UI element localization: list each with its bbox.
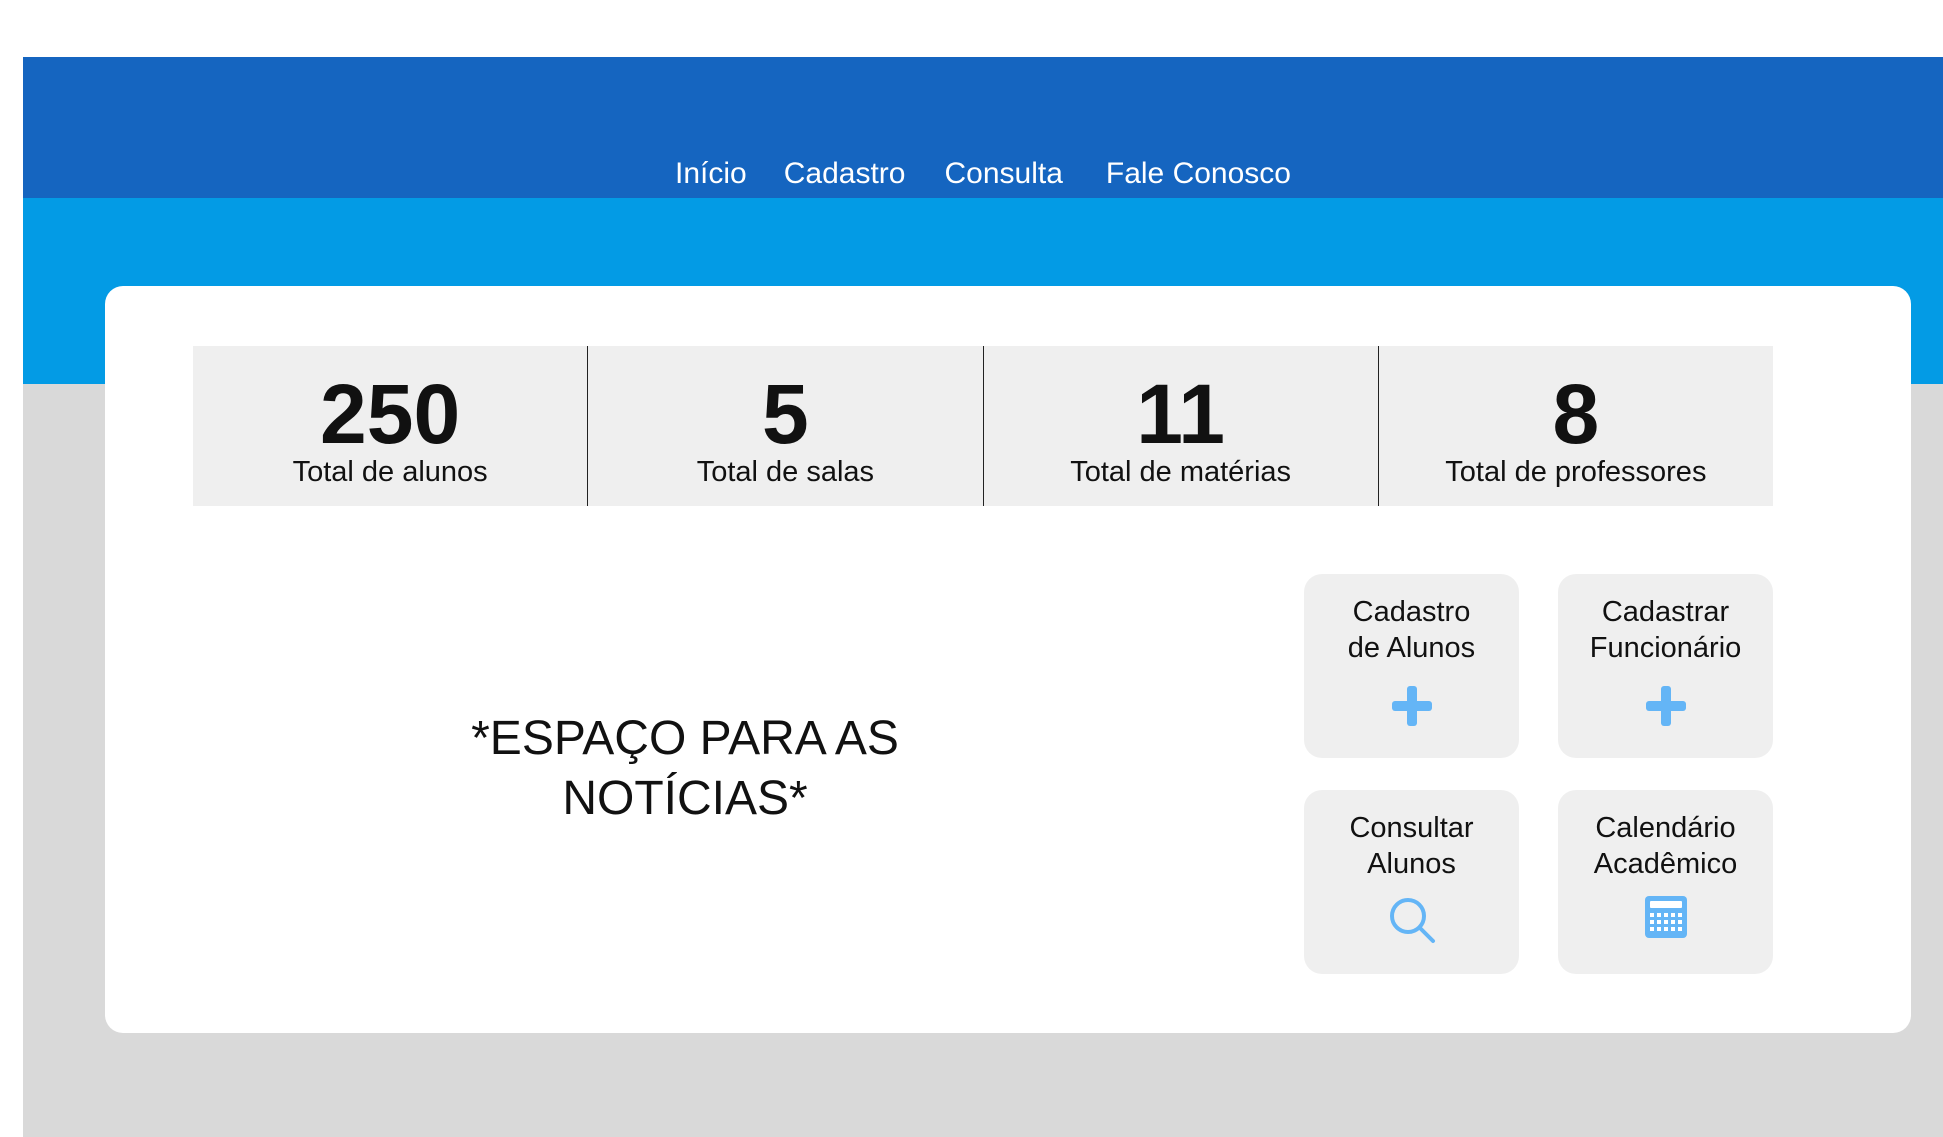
consultar-alunos-button[interactable]: Consultar Alunos (1304, 790, 1519, 974)
dashboard-card: 250 Total de alunos 5 Total de salas 11 … (105, 286, 1911, 1033)
action-label: Consultar Alunos (1304, 810, 1519, 882)
action-label: Cadastro de Alunos (1304, 594, 1519, 666)
news-line-1: *ESPAÇO PARA AS (471, 712, 899, 765)
cadastro-alunos-button[interactable]: Cadastro de Alunos (1304, 574, 1519, 758)
top-navbar: Início Cadastro Consulta Fale Conosco (23, 57, 1943, 198)
action-label-line-1: Consultar (1349, 812, 1474, 844)
action-label-line-2: Alunos (1367, 848, 1456, 880)
stat-value: 8 (1552, 367, 1600, 461)
stat-total-materias: 11 Total de matérias (984, 346, 1379, 506)
cadastrar-funcionario-button[interactable]: Cadastrar Funcionário (1558, 574, 1773, 758)
stat-label: Total de professores (1445, 456, 1707, 488)
search-icon (1389, 898, 1435, 943)
stat-value: 250 (320, 367, 461, 461)
action-label-line-2: Funcionário (1589, 632, 1742, 664)
stat-value: 5 (762, 367, 809, 461)
nav-item-fale-conosco[interactable]: Fale Conosco (1106, 154, 1291, 194)
nav-item-inicio[interactable]: Início (675, 154, 747, 194)
calendario-academico-button[interactable]: Calendário Acadêmico (1558, 790, 1773, 974)
action-label: Cadastrar Funcionário (1558, 594, 1773, 666)
action-label: Calendário Acadêmico (1558, 810, 1773, 882)
action-label-line-2: Acadêmico (1593, 848, 1738, 880)
app-frame: Início Cadastro Consulta Fale Conosco 25… (23, 57, 1943, 1137)
stat-label: Total de matérias (1070, 456, 1292, 488)
stat-total-professores: 8 Total de professores (1379, 346, 1773, 506)
action-label-line-1: Cadastrar (1601, 596, 1730, 628)
nav-item-cadastro[interactable]: Cadastro (784, 154, 906, 194)
stat-value: 11 (1136, 367, 1226, 461)
stat-total-salas: 5 Total de salas (588, 346, 984, 506)
stat-label: Total de alunos (292, 456, 488, 488)
action-label-line-2: de Alunos (1347, 632, 1476, 664)
nav-item-consulta[interactable]: Consulta (944, 154, 1062, 194)
stat-label: Total de salas (696, 456, 875, 488)
action-label-line-1: Calendário (1595, 812, 1736, 844)
plus-icon (1645, 686, 1686, 726)
news-line-2: NOTÍCIAS* (562, 772, 808, 825)
stat-total-alunos: 250 Total de alunos (193, 346, 589, 506)
action-label-line-1: Cadastro (1352, 596, 1471, 628)
news-placeholder: *ESPAÇO PARA AS NOTÍCIAS* (385, 709, 985, 829)
main-nav: Início Cadastro Consulta Fale Conosco (23, 154, 1943, 194)
calendar-icon (1644, 896, 1687, 938)
stats-row: 250 Total de alunos 5 Total de salas 11 … (193, 346, 1773, 506)
plus-icon (1391, 686, 1432, 726)
